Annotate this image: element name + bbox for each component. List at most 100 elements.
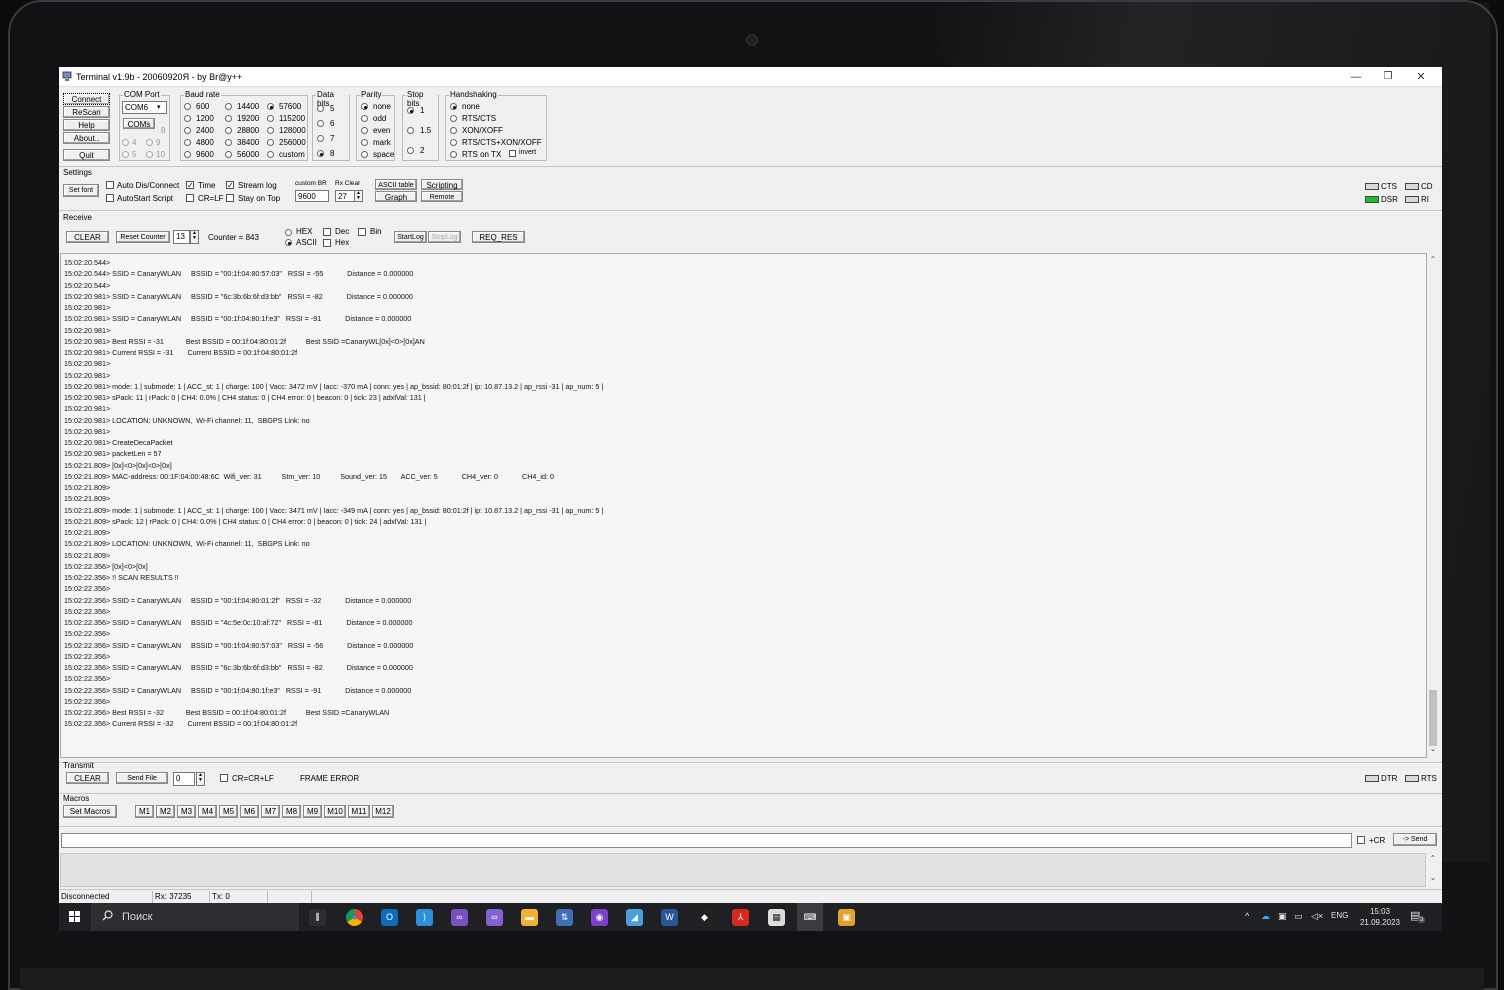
macro-button-m2[interactable]: M2 <box>156 805 175 818</box>
set-macros-button[interactable]: Set Macros <box>63 805 117 818</box>
baud-19200-radio[interactable] <box>225 115 232 122</box>
receive-clear-button[interactable]: CLEAR <box>66 231 109 243</box>
rx-clear-input[interactable]: 27 <box>335 190 355 202</box>
data-bits-7-radio[interactable] <box>317 135 324 142</box>
network-tool-icon[interactable]: ⇅ <box>556 909 573 926</box>
display-icon[interactable]: ▭ <box>1294 911 1303 922</box>
handshake-rts-cts-radio[interactable] <box>450 115 457 122</box>
receive-scrollbar[interactable]: ⌃ ⌄ <box>1427 253 1439 758</box>
baud-28800-radio[interactable] <box>225 127 232 134</box>
baud-57600-radio[interactable] <box>267 103 274 110</box>
scroll-up-icon[interactable]: ⌃ <box>1427 255 1439 264</box>
reset-counter-button[interactable]: Reset Counter <box>116 231 170 243</box>
stoplog-button[interactable]: StopLog <box>428 231 461 243</box>
macro-button-m8[interactable]: M8 <box>282 805 301 818</box>
baud-128000-radio[interactable] <box>267 127 274 134</box>
cr-crlf-checkbox[interactable] <box>220 774 228 782</box>
acrobat-icon[interactable]: ⅄ <box>732 909 749 926</box>
receive-log[interactable]: 15:02:20.544> 15:02:20.544> SSID = Canary… <box>60 253 1427 758</box>
transmit-counter-spinner[interactable]: ▲ ▼ <box>196 772 205 786</box>
calculator-icon[interactable]: ▦ <box>768 909 785 926</box>
maximize-button[interactable]: ❐ <box>1373 69 1403 85</box>
custom-br-input[interactable]: 9600 <box>295 190 329 202</box>
hex-checkbox[interactable] <box>323 239 331 247</box>
network-icon[interactable]: ▣ <box>1278 911 1287 922</box>
baud-256000-radio[interactable] <box>267 139 274 146</box>
handshake-none-radio[interactable] <box>450 103 457 110</box>
help-button[interactable]: Help <box>63 119 110 131</box>
data-bits-5-radio[interactable] <box>317 105 324 112</box>
transmit-history[interactable] <box>60 853 1426 887</box>
handshake-rts-on-tx-radio[interactable] <box>450 151 457 158</box>
stop-bits-1-5-radio[interactable] <box>407 127 414 134</box>
macro-button-m10[interactable]: M10 <box>324 805 346 818</box>
req-res-button[interactable]: REQ_RES <box>472 231 525 243</box>
handshake-rts-cts-xon-xoff-radio[interactable] <box>450 139 457 146</box>
stop-bits-2-radio[interactable] <box>407 147 414 154</box>
baud-custom-radio[interactable] <box>267 151 274 158</box>
com-radio-9[interactable] <box>146 139 153 146</box>
baud-2400-radio[interactable] <box>184 127 191 134</box>
macro-button-m11[interactable]: M11 <box>348 805 370 818</box>
ascii-radio[interactable] <box>285 239 292 246</box>
taskbar-search[interactable]: Поиск <box>91 903 299 931</box>
macro-button-m3[interactable]: M3 <box>177 805 196 818</box>
tray-chevron-icon[interactable]: ^ <box>1245 911 1249 921</box>
baud-600-radio[interactable] <box>184 103 191 110</box>
volume-mute-icon[interactable]: ◁× <box>1311 911 1323 922</box>
baud-9600-radio[interactable] <box>184 151 191 158</box>
transmit-counter-input[interactable]: 0 <box>173 772 195 786</box>
stop-bits-1-radio[interactable] <box>407 107 414 114</box>
vscode-icon[interactable]: ⟩ <box>416 909 433 926</box>
quit-button[interactable]: Quit <box>63 149 110 161</box>
minimize-button[interactable]: — <box>1341 69 1371 85</box>
about-button[interactable]: About.. <box>63 132 110 144</box>
scroll-thumb[interactable] <box>1429 690 1437 746</box>
macro-button-m12[interactable]: M12 <box>372 805 394 818</box>
visual-studio-icon[interactable]: ∞ <box>451 909 468 926</box>
baud-115200-radio[interactable] <box>267 115 274 122</box>
baud-38400-radio[interactable] <box>225 139 232 146</box>
data-bits-8-radio[interactable] <box>317 150 324 157</box>
data-bits-6-radio[interactable] <box>317 120 324 127</box>
baud-4800-radio[interactable] <box>184 139 191 146</box>
stream-log-checkbox[interactable]: ✓ <box>226 181 234 190</box>
transmit-clear-button[interactable]: CLEAR <box>66 772 109 784</box>
invert-checkbox[interactable] <box>509 150 516 157</box>
dec-checkbox[interactable] <box>323 228 331 236</box>
handshake-xon-xoff-radio[interactable] <box>450 127 457 134</box>
word-icon[interactable]: W <box>661 909 678 926</box>
outlook-icon[interactable]: O <box>381 909 398 926</box>
parity-mark-radio[interactable] <box>361 139 368 146</box>
com-radio-5[interactable] <box>122 151 129 158</box>
parity-space-radio[interactable] <box>361 151 368 158</box>
set-font-button[interactable]: Set font <box>63 184 99 197</box>
scripting-button[interactable]: Scripting <box>421 179 463 190</box>
macro-button-m4[interactable]: M4 <box>198 805 217 818</box>
connect-button[interactable]: Connect <box>63 93 110 105</box>
cr-lf-checkbox[interactable] <box>186 194 194 202</box>
visual-studio-preview-icon[interactable]: ∞ <box>486 909 503 926</box>
plus-cr-checkbox[interactable] <box>1357 836 1365 844</box>
auto-dis-connect-checkbox[interactable] <box>106 181 114 189</box>
macro-button-m7[interactable]: M7 <box>261 805 280 818</box>
parity-odd-radio[interactable] <box>361 115 368 122</box>
baud-56000-radio[interactable] <box>225 151 232 158</box>
autostart-script-checkbox[interactable] <box>106 194 114 202</box>
terminal-icon[interactable]: ⌨ <box>797 903 823 931</box>
onedrive-icon[interactable]: ☁ <box>1261 911 1270 922</box>
stay-on-top-checkbox[interactable] <box>226 194 234 202</box>
scroll-up-icon[interactable]: ⌃ <box>1427 854 1439 863</box>
taskbar-clock[interactable]: 15:03 21.09.2023 <box>1360 906 1400 928</box>
windows-start-icon[interactable] <box>69 911 81 923</box>
task-view-icon[interactable]: ⫼ <box>309 909 326 926</box>
history-scrollbar[interactable]: ⌃ ⌄ <box>1427 853 1439 887</box>
scroll-down-icon[interactable]: ⌄ <box>1427 873 1439 882</box>
send-input[interactable] <box>61 833 1352 848</box>
macro-button-m6[interactable]: M6 <box>240 805 259 818</box>
notes-icon[interactable]: ◢ <box>626 909 643 926</box>
coms-button[interactable]: COMs <box>123 118 155 129</box>
macro-button-m1[interactable]: M1 <box>135 805 154 818</box>
language-indicator[interactable]: ENG <box>1331 911 1348 920</box>
time-checkbox[interactable]: ✓ <box>186 181 194 190</box>
